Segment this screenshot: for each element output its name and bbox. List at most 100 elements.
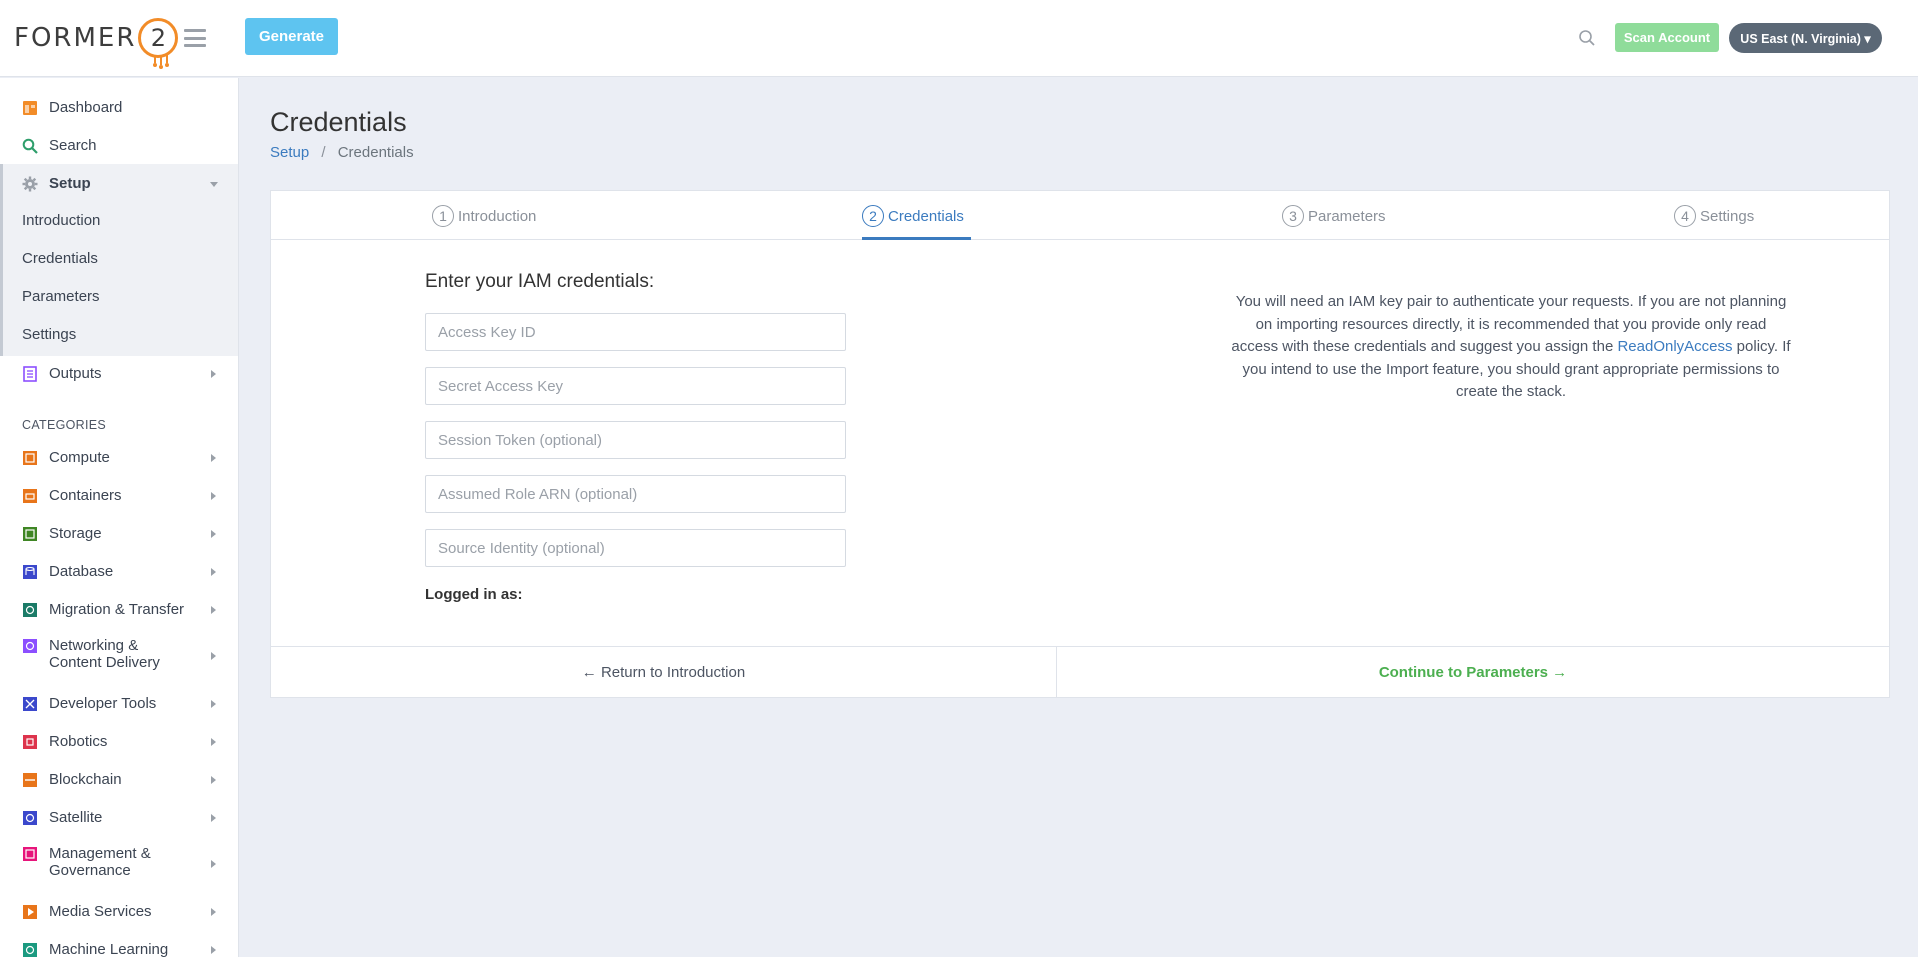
region-selector[interactable]: US East (N. Virginia) ▾ — [1729, 23, 1882, 53]
step-parameters[interactable]: 3 Parameters — [1282, 205, 1386, 227]
sidebar-item-introduction[interactable]: Introduction — [22, 212, 100, 229]
sidebar-item-label: Machine Learning — [49, 941, 169, 957]
menu-toggle-icon[interactable] — [184, 29, 206, 47]
sidebar-item-outputs[interactable]: Outputs — [0, 364, 238, 384]
step-number: 1 — [432, 205, 454, 227]
step-number: 3 — [1282, 205, 1304, 227]
credentials-info-text: You will need an IAM key pair to authent… — [1231, 291, 1791, 404]
scan-account-button[interactable]: Scan Account — [1615, 23, 1719, 52]
continue-to-parameters-button[interactable]: Continue to Parameters → — [1057, 647, 1889, 698]
breadcrumb: Setup / Credentials — [270, 144, 414, 161]
sidebar-item-compute[interactable]: Compute — [0, 448, 238, 468]
sidebar-item-label: Blockchain — [49, 771, 122, 788]
blockchain-icon — [23, 773, 37, 787]
top-navbar: FORMER 2 Generate Scan Account US East (… — [0, 0, 1918, 77]
cloud-drip-icon — [153, 55, 170, 69]
sidebar-item-label: Setup — [49, 175, 91, 192]
migration-icon — [23, 603, 37, 617]
breadcrumb-separator: / — [321, 144, 326, 161]
step-number: 4 — [1674, 205, 1696, 227]
sidebar-item-label: Search — [49, 137, 97, 154]
sidebar-item-label: Containers — [49, 487, 122, 504]
database-icon — [23, 565, 37, 579]
sidebar-item-label: Developer Tools — [49, 695, 157, 712]
sidebar-item-label: Dashboard — [49, 99, 123, 116]
media-services-icon — [23, 905, 37, 919]
step-label: Introduction — [458, 207, 537, 225]
outputs-icon — [23, 366, 37, 382]
secret-access-key-input[interactable] — [425, 367, 846, 405]
networking-icon — [23, 639, 37, 653]
sidebar-item-label: Media Services — [49, 903, 152, 920]
sidebar-item-database[interactable]: Database — [0, 562, 238, 582]
step-introduction[interactable]: 1 Introduction — [432, 205, 536, 227]
step-number: 2 — [862, 205, 884, 227]
chevron-right-icon — [211, 860, 216, 868]
assumed-role-arn-input[interactable] — [425, 475, 846, 513]
search-icon — [22, 138, 38, 154]
access-key-id-input[interactable] — [425, 313, 846, 351]
step-label: Credentials — [888, 207, 964, 225]
sidebar-item-management-governance[interactable]: Management & Governance — [0, 846, 238, 882]
session-token-input[interactable] — [425, 421, 846, 459]
sidebar-item-machine-learning[interactable]: Machine Learning — [0, 940, 238, 957]
sidebar-item-label: Outputs — [49, 365, 102, 382]
former2-logo[interactable]: FORMER 2 — [14, 18, 179, 69]
containers-icon — [23, 489, 37, 503]
sidebar-item-credentials[interactable]: Credentials — [22, 250, 98, 267]
chevron-down-icon — [210, 181, 218, 187]
step-settings[interactable]: 4 Settings — [1674, 205, 1754, 227]
gear-icon — [22, 176, 38, 192]
breadcrumb-current: Credentials — [337, 144, 414, 161]
sidebar-item-label: Satellite — [49, 809, 103, 826]
sidebar-item-parameters[interactable]: Parameters — [22, 288, 100, 305]
satellite-icon — [23, 811, 37, 825]
logo-text: FORMER — [14, 23, 137, 53]
chevron-right-icon — [211, 738, 216, 746]
sidebar-item-label-2: Content Delivery — [49, 654, 160, 671]
sidebar-item-label: Database — [49, 563, 114, 580]
active-step-indicator — [862, 237, 971, 240]
source-identity-input[interactable] — [425, 529, 846, 567]
step-credentials[interactable]: 2 Credentials — [862, 205, 964, 227]
sidebar-item-robotics[interactable]: Robotics — [0, 732, 238, 752]
step-label: Settings — [1700, 207, 1755, 225]
chevron-right-icon — [211, 908, 216, 916]
breadcrumb-setup-link[interactable]: Setup — [270, 144, 309, 161]
sidebar-item-media-services[interactable]: Media Services — [0, 902, 238, 922]
sidebar-item-search[interactable]: Search — [0, 136, 238, 156]
sidebar-item-label-2: Governance — [49, 862, 131, 879]
developer-tools-icon — [23, 697, 37, 711]
sidebar-item-migration-transfer[interactable]: Migration & Transfer — [0, 600, 238, 620]
sidebar-item-storage[interactable]: Storage — [0, 524, 238, 544]
return-to-introduction-button[interactable]: ← Return to Introduction — [271, 647, 1057, 698]
readonlyaccess-link[interactable]: ReadOnlyAccess — [1617, 338, 1732, 355]
logged-in-label: Logged in as: — [425, 586, 523, 603]
sidebar-item-blockchain[interactable]: Blockchain — [0, 770, 238, 790]
sidebar-item-networking[interactable]: Networking & Content Delivery — [0, 638, 238, 674]
step-label: Parameters — [1308, 207, 1386, 225]
sidebar-item-satellite[interactable]: Satellite — [0, 808, 238, 828]
wizard-footer: ← Return to Introduction Continue to Par… — [271, 646, 1889, 698]
form-title: Enter your IAM credentials: — [425, 271, 655, 292]
chevron-right-icon — [211, 700, 216, 708]
sidebar-item-settings[interactable]: Settings — [22, 326, 76, 343]
sidebar-item-containers[interactable]: Containers — [0, 486, 238, 506]
management-icon — [23, 847, 37, 861]
chevron-right-icon — [211, 568, 216, 576]
generate-button[interactable]: Generate — [245, 18, 338, 55]
chevron-right-icon — [211, 814, 216, 822]
sidebar-item-developer-tools[interactable]: Developer Tools — [0, 694, 238, 714]
dashboard-icon — [23, 101, 37, 115]
sidebar-item-dashboard[interactable]: Dashboard — [0, 98, 238, 118]
machine-learning-icon — [23, 943, 37, 957]
wizard-steps: 1 Introduction 2 Credentials 3 Parameter… — [271, 191, 1889, 240]
sidebar-item-label: Management & — [49, 845, 151, 862]
page-title: Credentials — [270, 107, 407, 137]
logo-number: 2 — [150, 24, 167, 52]
chevron-right-icon — [211, 946, 216, 954]
categories-heading: CATEGORIES — [22, 418, 107, 432]
sidebar-item-setup[interactable]: Setup — [0, 174, 238, 194]
logo-badge: 2 — [138, 18, 179, 69]
search-icon[interactable] — [1578, 29, 1596, 47]
